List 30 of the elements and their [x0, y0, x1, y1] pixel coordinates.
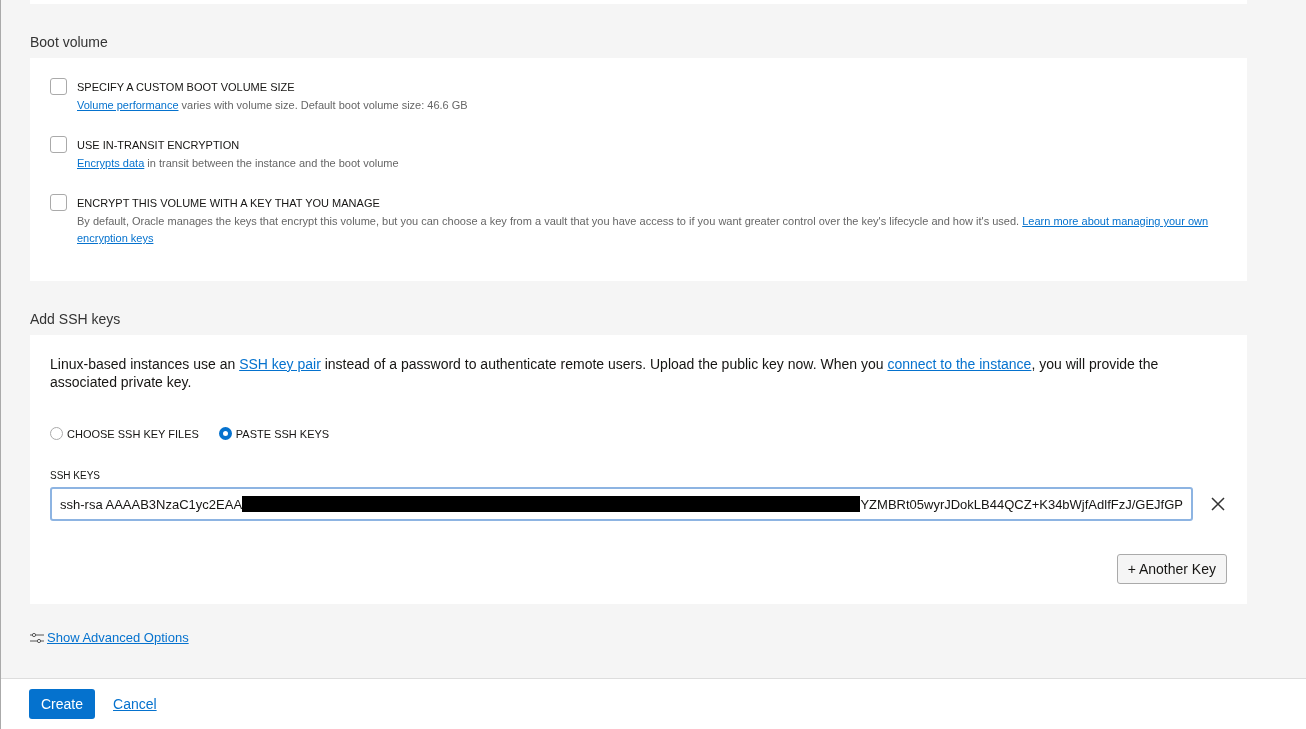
section-title: Add SSH keys [30, 311, 122, 327]
checkbox[interactable] [50, 78, 67, 95]
option-description: Volume performance varies with volume size. Default boot volume size: 46.6 GB [77, 98, 468, 113]
option-description: By default, Oracle manages the keys that encrypt this volume, but you can choose a key from a vault that you have access to if you want greater control over the key's lifecycle and how it's used. Learn more about managing your own encryption keys [77, 214, 1210, 246]
checkbox[interactable] [50, 194, 67, 211]
inline-link[interactable]: encryption keys [77, 232, 154, 244]
section-title: Boot volume [30, 34, 109, 50]
inline-link[interactable]: Encrypts data [77, 157, 145, 169]
inline-link[interactable]: connect to the instance [887, 356, 1032, 372]
field-label: SSH KEYS [50, 470, 102, 481]
radio-button[interactable] [218, 427, 232, 440]
option-label: ENCRYPT THIS VOLUME WITH A KEY THAT YOU MANAGE [77, 197, 381, 209]
intro-text: Linux-based instances use an SSH key pair instead of a password to authenticate remote users. Upload the public key now. When you connect to the instance, you will provide the associated private key. [50, 355, 1160, 391]
inline-link[interactable]: SSH key pair [239, 356, 321, 372]
another-key-button[interactable]: + Another Key [1116, 554, 1227, 584]
advanced-options-link[interactable]: Show Advanced Options [30, 630, 189, 645]
option-label: USE IN-TRANSIT ENCRYPTION [77, 139, 241, 151]
close-icon[interactable] [1209, 495, 1227, 513]
radio-button[interactable] [50, 427, 63, 440]
ssh-key-input-field[interactable]: ssh-rsa AAAAB3NzaC1yc2EAA YZMBRt05wyrJDokLB44QCZ+K34bWjfAdlfFzJ/GEJfGP [50, 487, 1193, 521]
option-description: Encrypts data in transit between the instance and the boot volume [77, 156, 399, 171]
create-button[interactable]: Create [29, 689, 96, 719]
cancel-link[interactable]: Cancel [113, 696, 157, 712]
radio-option[interactable]: CHOOSE SSH KEY FILES [50, 427, 199, 440]
checkbox[interactable] [50, 136, 67, 153]
inline-link[interactable]: Volume performance [77, 99, 179, 111]
radio-option[interactable]: PASTE SSH KEYS [218, 427, 330, 440]
inline-link[interactable]: Learn more about managing your own [1022, 215, 1209, 227]
option-label: SPECIFY A CUSTOM BOOT VOLUME SIZE [77, 81, 296, 93]
sliders-icon [30, 632, 44, 643]
